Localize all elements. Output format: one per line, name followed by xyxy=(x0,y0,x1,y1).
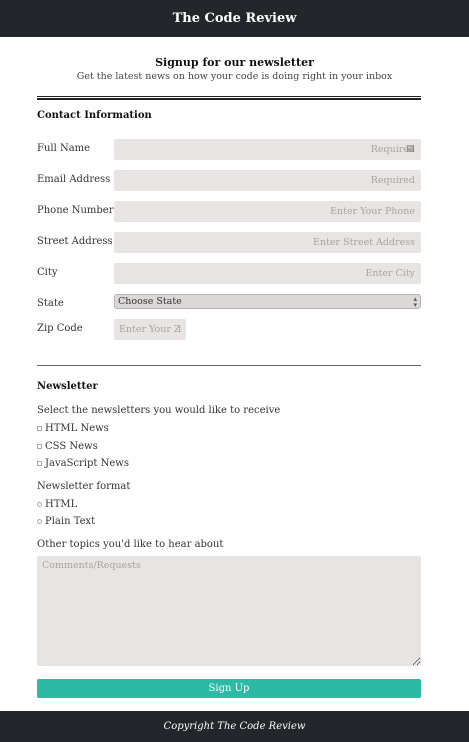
site-header: The Code Review xyxy=(0,0,469,37)
newsletter-prompt: Select the newsletters you would like to… xyxy=(37,405,281,416)
checkbox-css-news[interactable]: CSS News xyxy=(37,441,98,452)
comments-textarea[interactable] xyxy=(37,556,421,666)
radio-icon[interactable] xyxy=(37,502,42,507)
state-selected-value: Choose State xyxy=(118,296,182,307)
state-select[interactable]: Choose State ▴ ▾ xyxy=(114,294,421,309)
newsletter-heading: Newsletter xyxy=(37,381,98,392)
full-name-input[interactable] xyxy=(114,139,421,160)
radio-label: HTML xyxy=(45,499,78,510)
email-input[interactable] xyxy=(114,170,421,191)
checkbox-html-news[interactable]: HTML News xyxy=(37,423,109,434)
divider-single xyxy=(37,365,421,366)
copyright-text: Copyright The Code Review xyxy=(163,721,306,732)
full-name-label: Full Name xyxy=(37,143,91,154)
checkbox-icon[interactable] xyxy=(37,426,42,431)
zip-input[interactable]: Enter Your Z ⁝ xyxy=(114,319,186,340)
sign-up-button[interactable]: Sign Up xyxy=(37,679,421,698)
checkbox-label: HTML News xyxy=(45,423,109,434)
email-label: Email Address xyxy=(37,174,111,185)
radio-plain-text[interactable]: Plain Text xyxy=(37,516,95,527)
street-label: Street Address xyxy=(37,236,113,247)
topics-label: Other topics you'd like to hear about xyxy=(37,539,224,550)
zip-label: Zip Code xyxy=(37,323,83,334)
format-label: Newsletter format xyxy=(37,481,131,492)
stepper-icon[interactable]: ⁝ xyxy=(178,325,181,334)
autofill-icon[interactable]: ▤ xyxy=(406,144,415,154)
checkbox-label: CSS News xyxy=(45,441,98,452)
radio-label: Plain Text xyxy=(45,516,96,527)
intro-block: Signup for our newsletter Get the latest… xyxy=(0,56,469,82)
zip-placeholder: Enter Your Z xyxy=(119,324,181,335)
checkbox-label: JavaScript News xyxy=(45,458,129,469)
radio-icon[interactable] xyxy=(37,519,42,524)
checkbox-icon[interactable] xyxy=(37,461,42,466)
checkbox-icon[interactable] xyxy=(37,444,42,449)
select-arrows-icon: ▴ ▾ xyxy=(413,295,417,309)
form-subtitle: Get the latest news on how your code is … xyxy=(76,71,393,82)
contact-heading: Contact Information xyxy=(37,110,152,121)
radio-html[interactable]: HTML xyxy=(37,499,77,510)
city-label: City xyxy=(37,267,58,278)
phone-input[interactable] xyxy=(114,201,421,222)
street-input[interactable] xyxy=(114,232,421,253)
checkbox-javascript-news[interactable]: JavaScript News xyxy=(37,458,129,469)
city-input[interactable] xyxy=(114,263,421,284)
phone-label: Phone Number xyxy=(37,205,114,216)
state-label: State xyxy=(37,298,64,309)
site-footer: Copyright The Code Review xyxy=(0,711,469,742)
site-title: The Code Review xyxy=(172,11,297,26)
form-title: Signup for our newsletter xyxy=(155,56,314,69)
divider-double xyxy=(37,96,421,100)
